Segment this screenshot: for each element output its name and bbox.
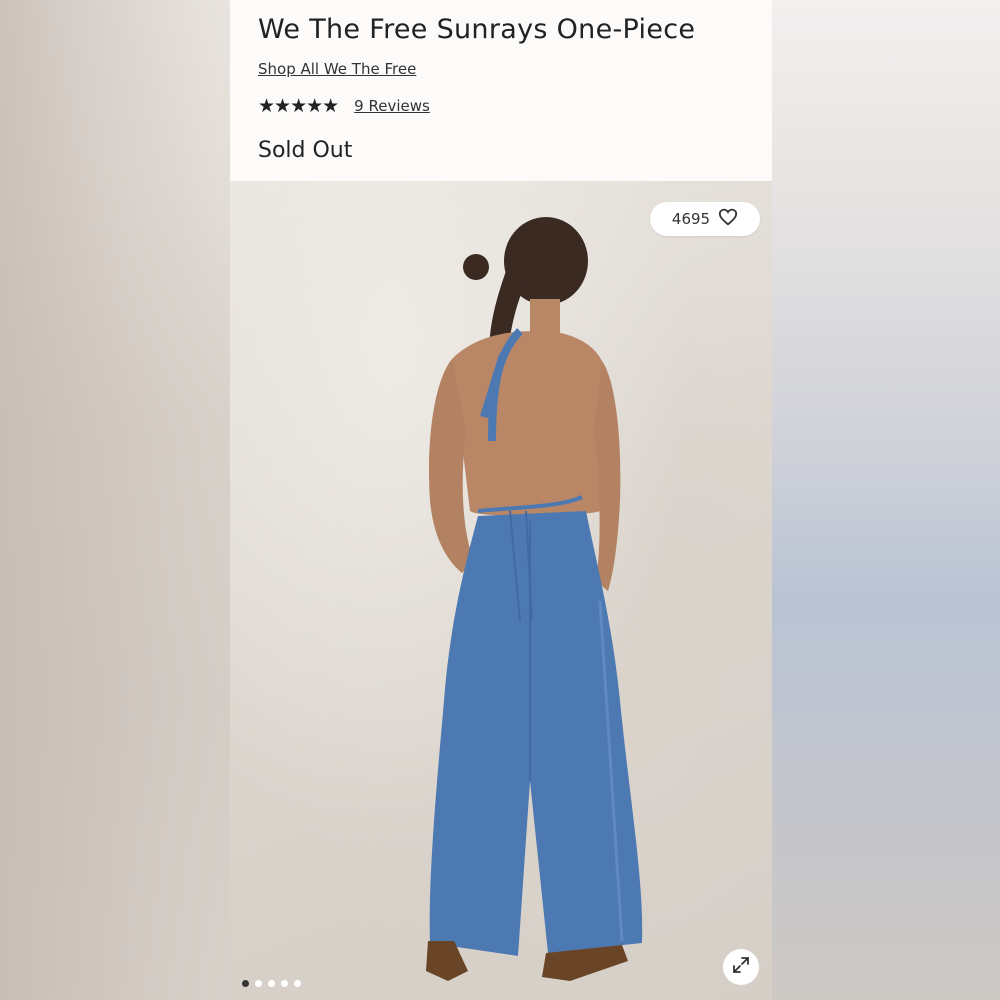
carousel-dot[interactable]: [281, 980, 288, 987]
rating-row: ★★★★★ 9 Reviews: [258, 95, 430, 117]
blurred-background-right: [772, 0, 1000, 1000]
reviews-link[interactable]: 9 Reviews: [354, 97, 430, 115]
star-rating-icon: ★★★★★: [258, 95, 339, 117]
carousel-dot[interactable]: [242, 980, 249, 987]
heart-outline-icon: [718, 208, 738, 231]
screenshot-stage: We The Free Sunrays One-Piece Shop All W…: [0, 0, 1000, 1000]
availability-status: Sold Out: [258, 138, 353, 163]
product-page: We The Free Sunrays One-Piece Shop All W…: [230, 0, 772, 1000]
carousel-dot[interactable]: [294, 980, 301, 987]
model-illustration: [426, 217, 643, 981]
carousel-dot[interactable]: [268, 980, 275, 987]
blurred-background-left: [0, 0, 230, 1000]
product-photo[interactable]: [230, 181, 772, 1000]
product-title: We The Free Sunrays One-Piece: [258, 14, 696, 45]
carousel-dot[interactable]: [255, 980, 262, 987]
like-count: 4695: [671, 210, 711, 228]
like-button[interactable]: 4695: [650, 202, 760, 236]
shop-brand-link[interactable]: Shop All We The Free: [258, 60, 416, 78]
carousel-pagination: [242, 980, 301, 987]
product-header: We The Free Sunrays One-Piece Shop All W…: [230, 0, 772, 181]
expand-arrows-icon: [731, 955, 751, 980]
expand-image-button[interactable]: [723, 949, 759, 985]
